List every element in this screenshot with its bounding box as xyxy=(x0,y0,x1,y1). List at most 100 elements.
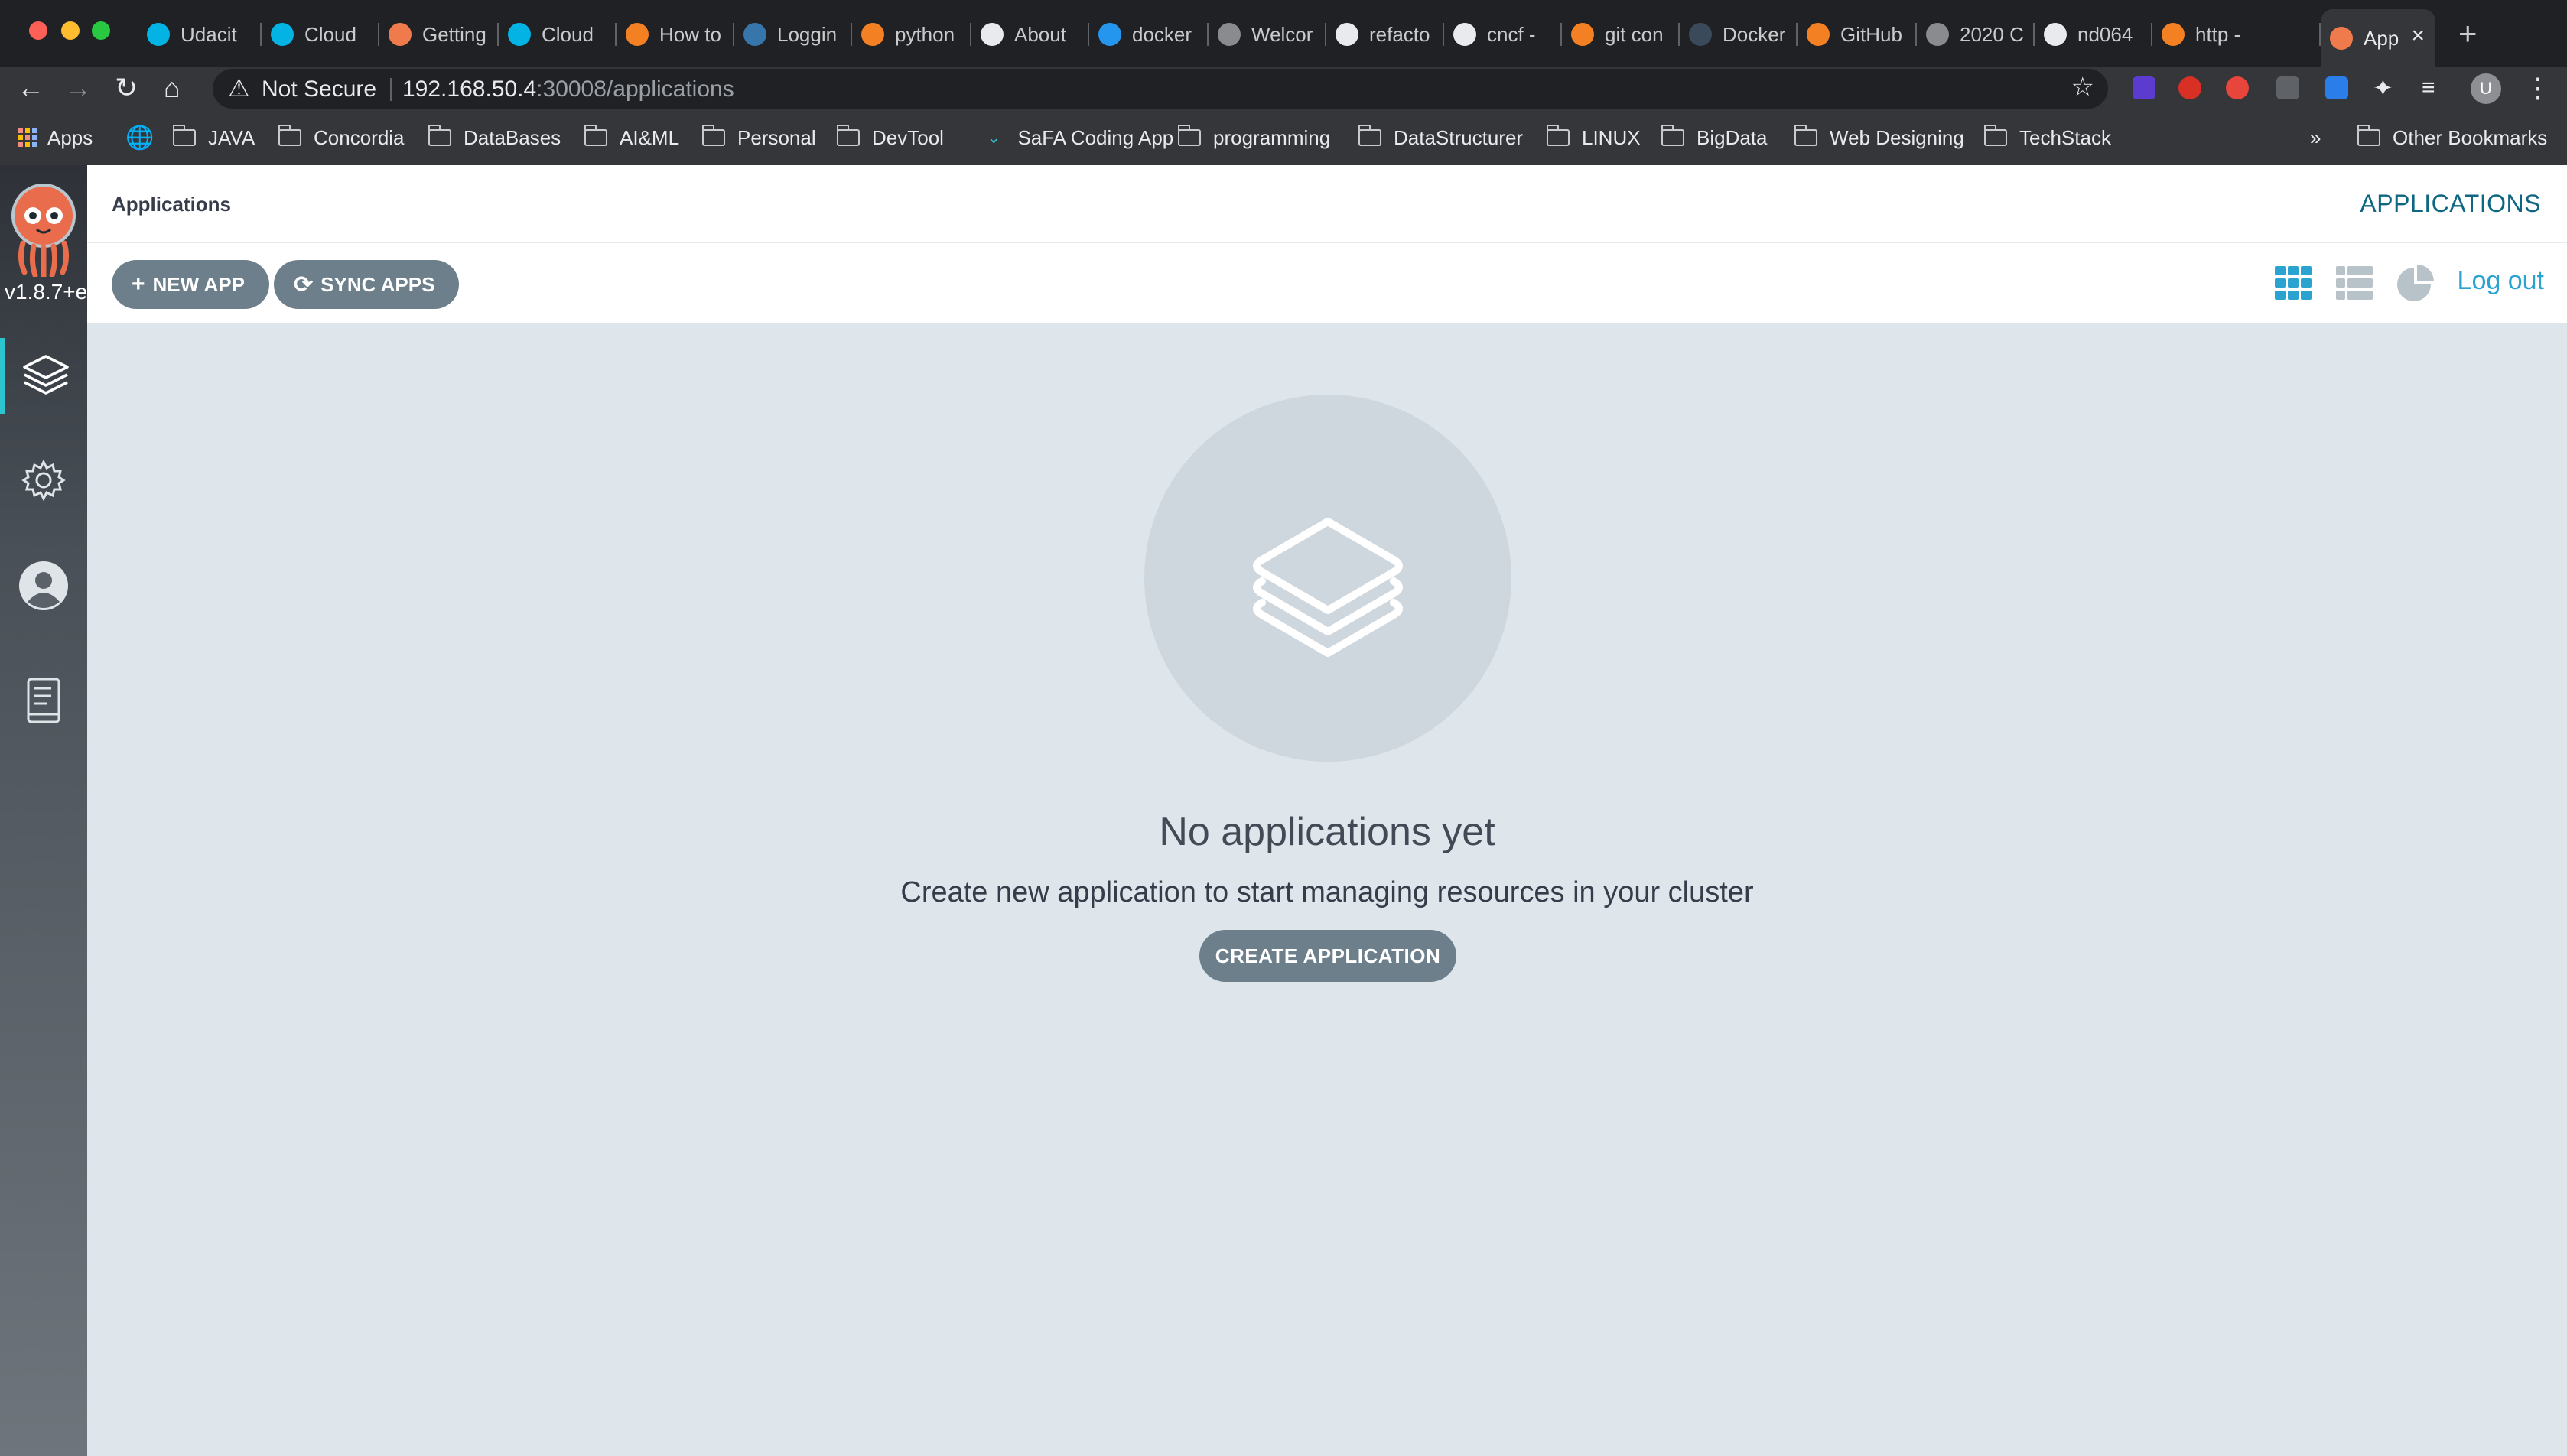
docker-icon xyxy=(1098,23,1121,46)
bookmark-folder[interactable]: ⌄ SaFA Coding App xyxy=(987,124,1173,151)
user-icon xyxy=(19,561,68,610)
browser-tab[interactable]: 2020 C xyxy=(1917,9,2035,60)
action-bar: + NEW APP ⟳ SYNC APPS Log out xyxy=(87,243,2567,323)
create-application-button[interactable]: CREATE APPLICATION xyxy=(1199,930,1456,982)
bookmark-folder[interactable]: Concordia xyxy=(278,124,405,151)
bookmark-folder[interactable]: LINUX xyxy=(1547,124,1641,151)
browser-tab[interactable]: git con xyxy=(1562,9,1680,60)
tiles-view-icon[interactable] xyxy=(2273,263,2313,303)
browser-tab[interactable]: Welcor xyxy=(1209,9,1326,60)
extension-block-icon[interactable] xyxy=(2178,76,2201,99)
bookmark-label: AI&ML xyxy=(620,125,680,149)
address-divider xyxy=(390,78,392,101)
bookmark-folder[interactable]: JAVA xyxy=(173,124,255,151)
extensions-puzzle-icon[interactable]: ✦ xyxy=(2373,73,2393,102)
book-icon xyxy=(27,678,60,723)
browser-tab[interactable]: App × xyxy=(2321,9,2435,67)
bookmark-other[interactable]: Other Bookmarks xyxy=(2357,124,2547,151)
browser-tab[interactable]: GitHub xyxy=(1798,9,1917,60)
bookmark-folder[interactable]: DataStructurer xyxy=(1358,124,1523,151)
logout-link[interactable]: Log out xyxy=(2458,266,2544,296)
nav-user-info[interactable] xyxy=(0,548,87,624)
bookmark-other-label: Other Bookmarks xyxy=(2393,125,2548,149)
bookmark-apps-label: Apps xyxy=(47,125,93,149)
url-text[interactable]: 192.168.50.4:30008/applications xyxy=(402,76,734,102)
not-secure-label[interactable]: Not Secure xyxy=(262,76,376,102)
url-host: 192.168.50.4 xyxy=(402,76,537,102)
bookmark-apps[interactable]: Apps xyxy=(18,124,93,151)
home-icon[interactable]: ⌂ xyxy=(164,72,181,104)
extension-alert-icon[interactable] xyxy=(2226,76,2249,99)
browser-tab[interactable]: http - xyxy=(2152,9,2321,60)
window-close-button[interactable] xyxy=(29,21,47,40)
bookmark-folder[interactable]: Web Designing xyxy=(1794,124,1964,151)
browser-tab[interactable]: Getting xyxy=(379,9,499,60)
pie-chart-view-icon[interactable] xyxy=(2396,263,2435,303)
argo-logo[interactable] xyxy=(8,182,80,277)
extension-cube-icon[interactable] xyxy=(2276,76,2299,99)
browser-tab[interactable]: Loggin xyxy=(734,9,852,60)
bookmark-folder[interactable]: programming xyxy=(1178,124,1330,151)
reload-icon[interactable]: ↻ xyxy=(115,72,138,104)
folder-icon xyxy=(278,125,301,146)
bookmark-folder[interactable]: TechStack xyxy=(1984,124,2111,151)
browser-tab[interactable]: How to xyxy=(617,9,734,60)
browser-tab[interactable]: python xyxy=(852,9,971,60)
globe-icon[interactable]: 🌐 xyxy=(125,124,154,151)
github-icon xyxy=(1336,23,1358,46)
bookmark-folder[interactable]: Personal xyxy=(702,124,816,151)
browser-tab[interactable]: Cloud xyxy=(499,9,617,60)
tab-title: refacto xyxy=(1369,22,1430,46)
tab-title: How to xyxy=(659,22,721,46)
browser-tab[interactable]: docker xyxy=(1089,9,1209,60)
tab-title: App xyxy=(2364,26,2399,50)
nav-settings[interactable] xyxy=(0,442,87,518)
address-bar[interactable]: ⚠ Not Secure 192.168.50.4:30008/applicat… xyxy=(213,69,2108,109)
browser-tab[interactable]: Cloud xyxy=(262,9,379,60)
python-icon xyxy=(743,23,766,46)
nav-applications[interactable] xyxy=(0,338,87,414)
browser-tab[interactable]: cncf - xyxy=(1444,9,1562,60)
browser-tab[interactable]: nd064 xyxy=(2035,9,2152,60)
back-icon[interactable]: ← xyxy=(17,72,44,104)
list-view-icon[interactable] xyxy=(2334,263,2374,303)
window-minimize-button[interactable] xyxy=(61,21,80,40)
extension-arrow-icon[interactable] xyxy=(2325,76,2348,99)
media-control-icon[interactable]: ≡ xyxy=(2422,75,2435,101)
profile-avatar[interactable]: U xyxy=(2471,73,2501,104)
breadcrumb[interactable]: Applications xyxy=(112,193,231,216)
tab-title: Welcor xyxy=(1251,22,1313,46)
bookmark-label: programming xyxy=(1213,125,1331,149)
layers-icon xyxy=(23,355,69,395)
folder-icon xyxy=(584,125,607,146)
tab-title: Cloud xyxy=(304,22,356,46)
bookmark-folder[interactable]: DataBases xyxy=(428,124,561,151)
bookmarks-bar: Apps 🌐 JAVA Concordia DataBases AI&ML Person… xyxy=(0,110,2567,165)
new-app-button[interactable]: + NEW APP xyxy=(112,260,269,309)
tab-title: GitHub xyxy=(1840,22,1902,46)
bookmark-star-icon[interactable]: ☆ xyxy=(2071,72,2094,102)
browser-menu-icon[interactable]: ⋮ xyxy=(2524,72,2552,104)
bookmark-folder[interactable]: AI&ML xyxy=(584,124,679,151)
new-tab-button[interactable]: + xyxy=(2458,15,2478,52)
browser-tab[interactable]: refacto xyxy=(1326,9,1444,60)
nav-documentation[interactable] xyxy=(0,662,87,739)
bookmark-folder[interactable]: DevTool xyxy=(837,124,944,151)
window-zoom-button[interactable] xyxy=(92,21,110,40)
forward-icon[interactable]: → xyxy=(64,72,92,104)
bookmark-folder[interactable]: BigData xyxy=(1661,124,1768,151)
bookmark-label: LINUX xyxy=(1582,125,1641,149)
folder-icon xyxy=(1358,125,1381,146)
layers-icon xyxy=(1253,518,1403,657)
sync-apps-button[interactable]: ⟳ SYNC APPS xyxy=(274,260,460,309)
app-sidebar: v1.8.7+e xyxy=(0,165,87,1456)
globe-icon xyxy=(1218,23,1241,46)
page-title: APPLICATIONS xyxy=(2360,190,2541,217)
tab-title: Cloud xyxy=(542,22,594,46)
extension-icon[interactable] xyxy=(2133,76,2155,99)
close-tab-icon[interactable]: × xyxy=(2411,23,2425,49)
browser-tab[interactable]: Udacit xyxy=(138,9,262,60)
bookmarks-overflow-button[interactable]: » xyxy=(2310,124,2321,151)
browser-tab[interactable]: About xyxy=(971,9,1089,60)
browser-tab[interactable]: Docker xyxy=(1680,9,1798,60)
